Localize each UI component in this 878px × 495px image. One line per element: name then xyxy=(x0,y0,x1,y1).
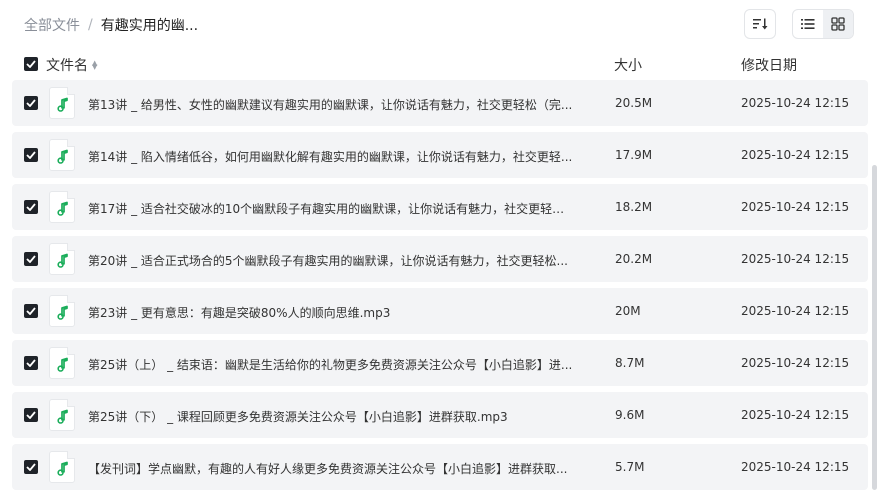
file-row[interactable]: 第13讲 _ 给男性、女性的幽默建议有趣实用的幽默课，让你说话有魅力，社交更轻松… xyxy=(12,80,868,126)
top-bar: 全部文件 / 有趣实用的幽... xyxy=(0,0,878,48)
file-name[interactable]: 第23讲 _ 更有意思：有趣是突破80%人的顺向思维.mp3 xyxy=(88,304,573,321)
audio-file-icon xyxy=(49,399,75,431)
check-icon xyxy=(26,255,36,263)
file-modified-date: 2025-10-24 12:15 xyxy=(741,96,850,110)
list-view-button[interactable] xyxy=(793,10,823,38)
file-name[interactable]: 第20讲 _ 适合正式场合的5个幽默段子有趣实用的幽默课，让你说话有魅力，社交更… xyxy=(88,252,573,269)
file-modified-date: 2025-10-24 12:15 xyxy=(741,252,850,266)
file-row[interactable]: 【发刊词】学点幽默，有趣的人有好人缘更多免费资源关注公众号【小白追影】进群获取.… xyxy=(12,444,868,490)
row-checkbox[interactable] xyxy=(24,148,38,162)
breadcrumb: 全部文件 / 有趣实用的幽... xyxy=(24,15,198,35)
file-row[interactable]: 第23讲 _ 更有意思：有趣是突破80%人的顺向思维.mp3 20M 2025-… xyxy=(12,288,868,334)
row-checkbox[interactable] xyxy=(24,252,38,266)
row-checkbox[interactable] xyxy=(24,408,38,422)
file-size: 9.6M xyxy=(615,408,645,422)
file-name[interactable]: 第25讲（下） _ 课程回顾更多免费资源关注公众号【小白追影】进群获取.mp3 xyxy=(88,408,573,425)
check-icon xyxy=(26,203,36,211)
check-icon xyxy=(26,411,36,419)
sort-icon xyxy=(753,18,768,30)
row-checkbox[interactable] xyxy=(24,96,38,110)
file-row[interactable]: 第17讲 _ 适合社交破冰的10个幽默段子有趣实用的幽默课，让你说话有魅力，社交… xyxy=(12,184,868,230)
column-header-modified[interactable]: 修改日期 xyxy=(741,55,797,75)
file-modified-date: 2025-10-24 12:15 xyxy=(741,408,850,422)
audio-file-icon xyxy=(49,139,75,171)
check-icon xyxy=(26,151,36,159)
check-icon xyxy=(26,463,36,471)
row-checkbox[interactable] xyxy=(24,200,38,214)
check-icon xyxy=(26,359,36,367)
column-header-name[interactable]: 文件名 ▲ ▼ xyxy=(46,55,97,75)
breadcrumb-separator: / xyxy=(88,17,93,33)
column-name-label: 文件名 xyxy=(46,58,88,74)
breadcrumb-current-folder: 有趣实用的幽... xyxy=(100,18,199,34)
row-checkbox[interactable] xyxy=(24,304,38,318)
grid-view-icon xyxy=(831,17,845,31)
file-name[interactable]: 第17讲 _ 适合社交破冰的10个幽默段子有趣实用的幽默课，让你说话有魅力，社交… xyxy=(88,200,573,217)
grid-view-button[interactable] xyxy=(823,10,853,38)
check-icon xyxy=(26,60,36,68)
file-list: 第13讲 _ 给男性、女性的幽默建议有趣实用的幽默课，让你说话有魅力，社交更轻松… xyxy=(12,80,868,495)
file-modified-date: 2025-10-24 12:15 xyxy=(741,356,850,370)
file-size: 20M xyxy=(615,304,641,318)
view-mode-toggle xyxy=(792,9,854,39)
file-row[interactable]: 第25讲（上） _ 结束语：幽默是生活给你的礼物更多免费资源关注公众号【小白追影… xyxy=(12,340,868,386)
file-modified-date: 2025-10-24 12:15 xyxy=(741,200,850,214)
vertical-scrollbar[interactable] xyxy=(872,165,877,490)
audio-file-icon xyxy=(49,347,75,379)
file-name[interactable]: 第14讲 _ 陷入情绪低谷，如何用幽默化解有趣实用的幽默课，让你说话有魅力，社交… xyxy=(88,148,573,165)
file-row[interactable]: 第14讲 _ 陷入情绪低谷，如何用幽默化解有趣实用的幽默课，让你说话有魅力，社交… xyxy=(12,132,868,178)
file-size: 20.5M xyxy=(615,96,653,110)
row-checkbox[interactable] xyxy=(24,460,38,474)
check-icon xyxy=(26,307,36,315)
check-icon xyxy=(26,99,36,107)
file-row[interactable]: 第25讲（下） _ 课程回顾更多免费资源关注公众号【小白追影】进群获取.mp3 … xyxy=(12,392,868,438)
file-size: 8.7M xyxy=(615,356,645,370)
file-size: 20.2M xyxy=(615,252,653,266)
list-view-icon xyxy=(801,19,815,29)
file-name[interactable]: 第25讲（上） _ 结束语：幽默是生活给你的礼物更多免费资源关注公众号【小白追影… xyxy=(88,356,573,373)
file-modified-date: 2025-10-24 12:15 xyxy=(741,148,850,162)
file-modified-date: 2025-10-24 12:15 xyxy=(741,460,850,474)
file-size: 17.9M xyxy=(615,148,653,162)
sort-arrows-icon: ▲ ▼ xyxy=(92,59,98,71)
file-modified-date: 2025-10-24 12:15 xyxy=(741,304,850,318)
file-list-header: 文件名 ▲ ▼ 大小 修改日期 xyxy=(12,52,868,76)
sort-button[interactable] xyxy=(744,9,776,39)
column-header-size[interactable]: 大小 xyxy=(614,55,642,75)
audio-file-icon xyxy=(49,243,75,275)
audio-file-icon xyxy=(49,451,75,483)
file-name[interactable]: 第13讲 _ 给男性、女性的幽默建议有趣实用的幽默课，让你说话有魅力，社交更轻松… xyxy=(88,96,573,113)
row-checkbox[interactable] xyxy=(24,356,38,370)
audio-file-icon xyxy=(49,87,75,119)
select-all-checkbox[interactable] xyxy=(24,57,38,71)
file-size: 5.7M xyxy=(615,460,645,474)
breadcrumb-root-link[interactable]: 全部文件 xyxy=(24,15,80,35)
file-size: 18.2M xyxy=(615,200,653,214)
file-row[interactable]: 第20讲 _ 适合正式场合的5个幽默段子有趣实用的幽默课，让你说话有魅力，社交更… xyxy=(12,236,868,282)
audio-file-icon xyxy=(49,295,75,327)
audio-file-icon xyxy=(49,191,75,223)
file-name[interactable]: 【发刊词】学点幽默，有趣的人有好人缘更多免费资源关注公众号【小白追影】进群获取.… xyxy=(88,460,573,477)
